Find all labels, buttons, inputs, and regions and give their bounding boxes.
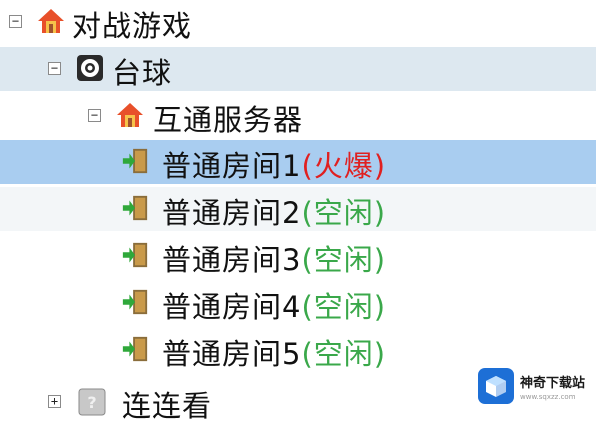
expand-toggle[interactable]: + <box>48 395 61 408</box>
billiard-ball-icon <box>76 54 104 82</box>
tree-node-label: 对战游戏 <box>72 9 193 43</box>
tree-node-label: 连连看 <box>122 389 213 423</box>
room-label: 普通房间5(空闲) <box>162 337 387 371</box>
collapse-toggle[interactable]: − <box>48 62 61 75</box>
room-label: 普通房间2(空闲) <box>162 196 387 230</box>
tree-node-server[interactable]: − 互通服务器 <box>0 94 596 138</box>
room-status: (空闲) <box>301 243 387 277</box>
game-tree: − 对战游戏 − 台球 − 互通服务器 普通房间1(火爆) 普通房间2(空闲) … <box>0 0 596 424</box>
room-status: (空闲) <box>301 196 387 230</box>
tree-node-label: 互通服务器 <box>153 103 304 137</box>
door-enter-icon <box>121 241 149 269</box>
watermark-logo <box>478 368 514 404</box>
room-status: (空闲) <box>301 290 387 324</box>
tree-node-root[interactable]: − 对战游戏 <box>0 0 596 44</box>
tree-node-billiards[interactable]: − 台球 <box>0 47 596 91</box>
house-icon <box>116 101 144 129</box>
room-item-4[interactable]: 普通房间4(空闲) <box>0 281 596 325</box>
svg-text:?: ? <box>87 393 96 412</box>
room-status: (空闲) <box>301 337 387 371</box>
door-enter-icon <box>121 288 149 316</box>
watermark-text: 神奇下载站 www.sqxzz.com <box>520 372 585 401</box>
door-enter-icon <box>121 335 149 363</box>
room-item-2[interactable]: 普通房间2(空闲) <box>0 187 596 231</box>
room-label: 普通房间3(空闲) <box>162 243 387 277</box>
house-icon <box>37 7 65 35</box>
collapse-toggle[interactable]: − <box>88 109 101 122</box>
room-item-1[interactable]: 普通房间1(火爆) <box>0 140 596 184</box>
door-enter-icon <box>121 147 149 175</box>
room-label: 普通房间1(火爆) <box>162 149 387 183</box>
unknown-game-icon: ? <box>78 388 106 416</box>
room-item-3[interactable]: 普通房间3(空闲) <box>0 234 596 278</box>
room-label: 普通房间4(空闲) <box>162 290 387 324</box>
watermark-subtitle: www.sqxzz.com <box>520 392 576 401</box>
door-enter-icon <box>121 194 149 222</box>
watermark: 神奇下载站 www.sqxzz.com <box>478 366 590 406</box>
room-status: (火爆) <box>301 149 387 183</box>
tree-node-label: 台球 <box>112 56 173 90</box>
collapse-toggle[interactable]: − <box>9 15 22 28</box>
watermark-title: 神奇下载站 <box>520 375 586 391</box>
